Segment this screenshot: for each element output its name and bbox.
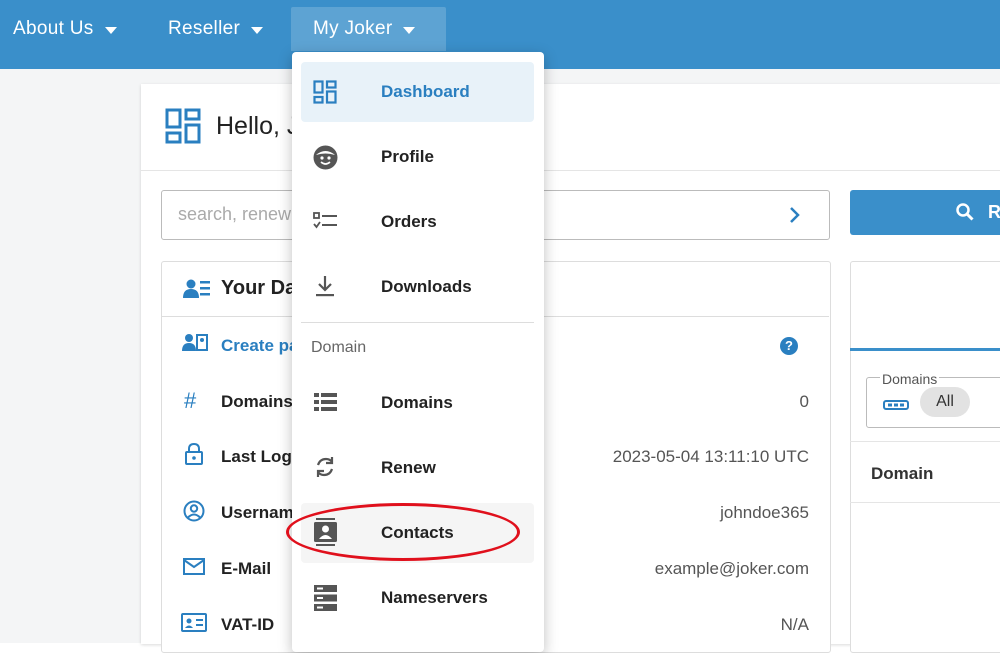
tag-group-icon [883, 397, 909, 415]
hash-icon: # [184, 388, 197, 413]
search-button[interactable]: R [850, 190, 1000, 235]
divider [850, 502, 1000, 503]
server-icon [313, 584, 338, 617]
create-link[interactable]: Create pa [221, 336, 298, 356]
column-header-domain[interactable]: Domain [871, 464, 933, 484]
domains-filter-label: Domains [880, 371, 940, 387]
domains-panel [850, 261, 1000, 653]
row-label-email: E-Mail [221, 559, 272, 578]
help-icon[interactable]: ? [780, 337, 798, 355]
nav-reseller[interactable]: Reseller [168, 7, 264, 51]
nav-my-joker[interactable]: My Joker [291, 7, 446, 51]
menu-section-domain: Domain [311, 339, 367, 356]
nav-my-joker-label: My Joker [313, 18, 393, 39]
chevron-right-icon[interactable] [789, 206, 801, 229]
nav-reseller-label: Reseller [168, 18, 241, 39]
caret-down-icon [403, 26, 416, 34]
search-button-label: R [988, 202, 1000, 222]
user-card-icon [182, 333, 208, 358]
user-circle-icon [183, 500, 205, 527]
nav-about-us-label: About Us [13, 18, 94, 39]
lock-icon [185, 442, 203, 470]
menu-item-label: Contacts [381, 523, 454, 542]
greeting-title: Hello, J [216, 112, 300, 140]
row-label-vat-id: VAT-ID [221, 615, 275, 634]
dashboard-icon [165, 108, 201, 149]
menu-divider [301, 322, 534, 323]
menu-item-label: Domains [381, 393, 453, 412]
search-icon [956, 203, 974, 226]
active-tab-indicator [850, 348, 1000, 351]
renew-icon [313, 455, 337, 484]
row-label-domains: Domains [221, 392, 293, 411]
divider [850, 441, 1000, 442]
contacts-icon [313, 518, 338, 551]
orders-icon [313, 212, 338, 235]
caret-down-icon [251, 26, 264, 34]
row-value-username: johndoe365 [720, 503, 809, 522]
menu-item-label: Profile [381, 147, 434, 166]
caret-down-icon [104, 26, 117, 34]
profile-icon [313, 145, 338, 175]
chip-all[interactable]: All [920, 387, 970, 417]
menu-item-label: Nameservers [381, 588, 488, 607]
account-data-title: Your Da [221, 277, 297, 299]
menu-item-label: Dashboard [381, 82, 470, 101]
row-label-last-login: Last Logi [221, 447, 297, 466]
row-value-vat-id: N/A [780, 615, 809, 634]
menu-item-label: Orders [381, 212, 437, 231]
list-icon [313, 392, 338, 417]
row-label-username: Usernam [221, 503, 294, 522]
download-icon [313, 274, 337, 303]
user-list-icon [183, 278, 211, 305]
nav-about-us[interactable]: About Us [13, 7, 117, 51]
row-value-email: example@joker.com [654, 559, 809, 578]
dashboard-icon [313, 80, 337, 109]
row-value-last-login: 2023-05-04 13:11:10 UTC [612, 447, 809, 466]
row-value-domains: 0 [799, 392, 809, 411]
id-card-icon [181, 613, 207, 637]
mail-icon [183, 558, 205, 580]
menu-item-label: Renew [381, 458, 436, 477]
menu-item-label: Downloads [381, 277, 472, 296]
